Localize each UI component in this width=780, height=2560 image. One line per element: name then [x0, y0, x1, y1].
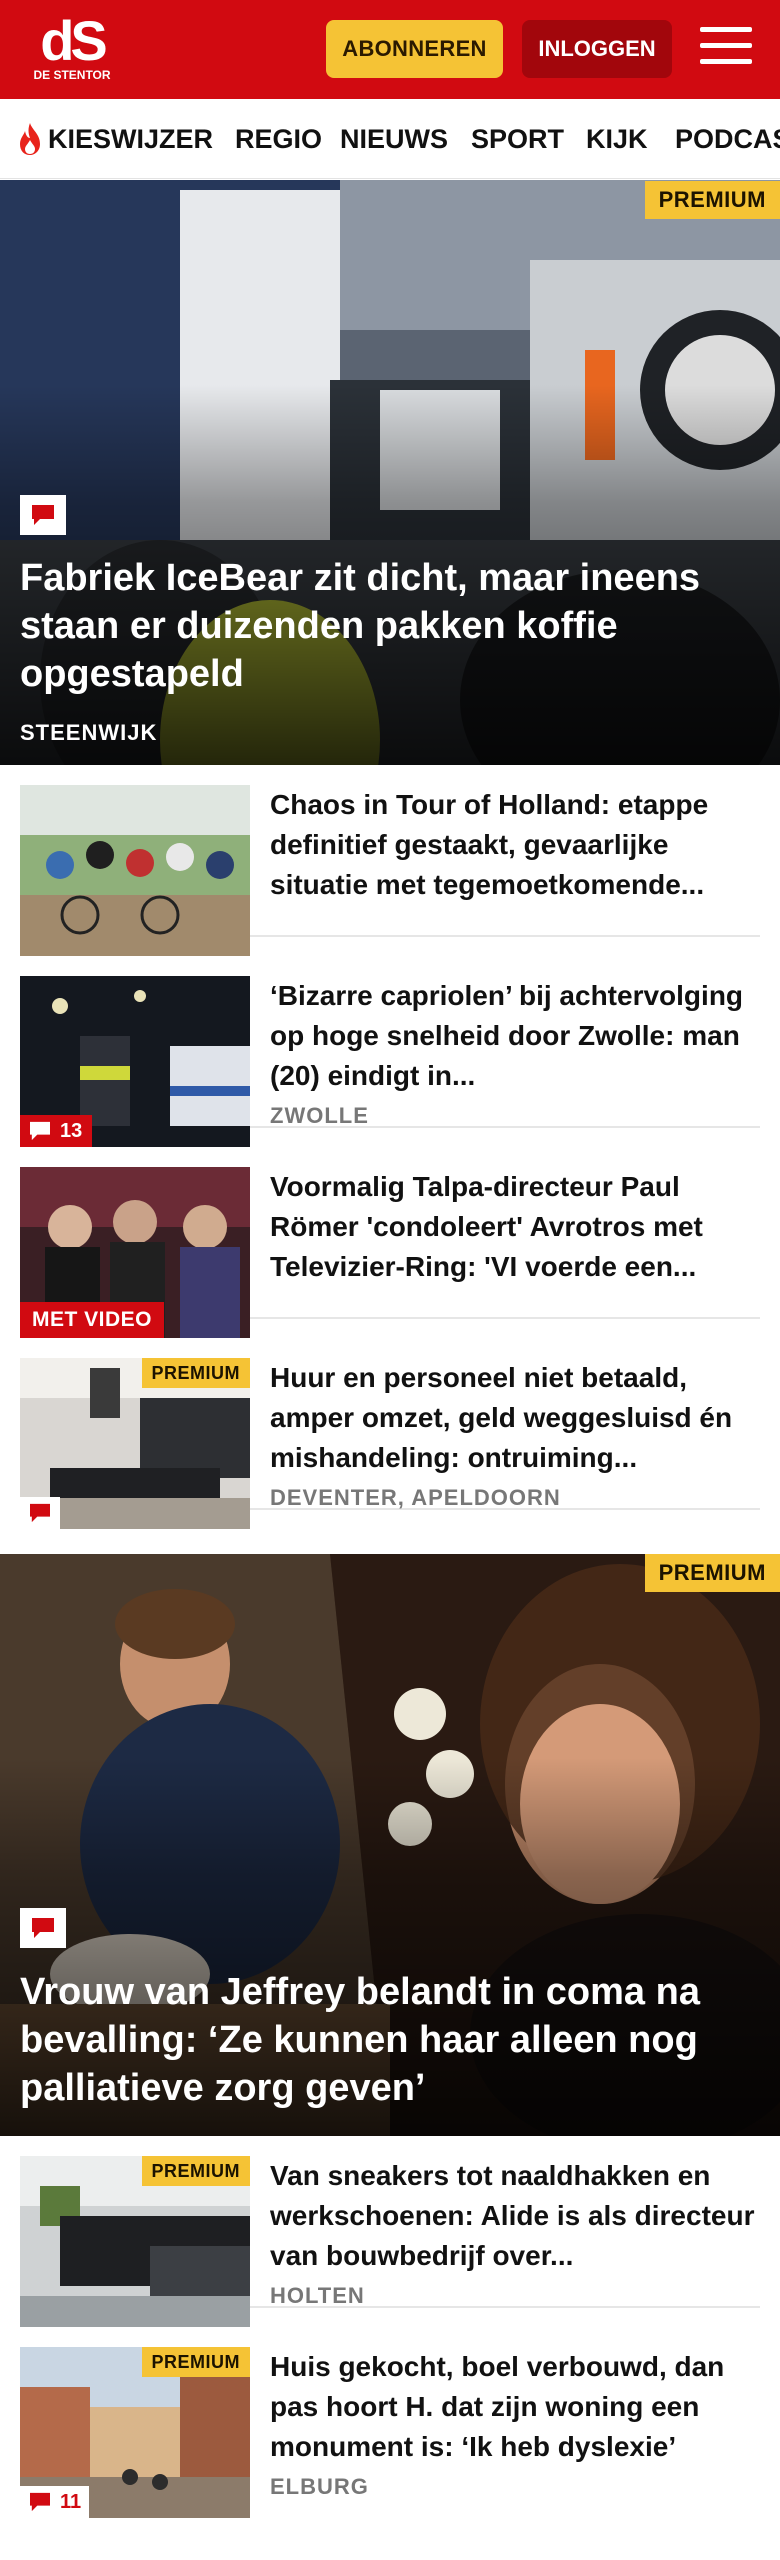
nav-item-nieuws[interactable]: NIEUWS	[340, 99, 448, 178]
hero-title: Fabriek IceBear zit dicht, maar ineens s…	[20, 557, 701, 695]
list-item[interactable]: PREMIUM 11 Huis gekocht, boel verbouwd, …	[20, 2328, 760, 2518]
flame-icon	[20, 123, 40, 155]
article-title: ‘Bizarre capriolen’ bij achtervol­ging o…	[270, 980, 744, 1091]
article-thumbnail: PREMIUM	[20, 1358, 250, 1529]
list-item[interactable]: 13 ‘Bizarre capriolen’ bij achtervol­gin…	[20, 957, 760, 1147]
hero-title: Vrouw van Jeffrey belandt in coma na bev…	[20, 1971, 700, 2109]
article-title: Voormalig Talpa-directeur Paul Römer 'co…	[270, 1171, 703, 1282]
comment-count: 13	[60, 1119, 83, 1142]
hamburger-icon[interactable]	[700, 27, 752, 71]
premium-badge: PREMIUM	[644, 181, 780, 219]
list-item[interactable]: MET VIDEO Voormalig Talpa-directeur Paul…	[20, 1148, 760, 1338]
premium-badge: PREMIUM	[141, 1358, 250, 1388]
article-title: Huis gekocht, boel verbouwd, dan pas hoo…	[270, 2351, 725, 2462]
list-item[interactable]: PREMIUM Van sneakers tot naaldhakken en …	[20, 2137, 760, 2327]
comment-icon	[20, 1497, 60, 1529]
nav-item-regio[interactable]: REGIO	[235, 99, 322, 178]
login-button[interactable]: INLOGGEN	[522, 20, 672, 78]
hero-location: STEENWIJK	[20, 720, 158, 745]
article-title: Chaos in Tour of Holland: etappe definit…	[270, 789, 709, 900]
site-header: dS DE STENTOR ABONNEREN INLOGGEN	[0, 0, 780, 99]
premium-badge: PREMIUM	[644, 1554, 780, 1592]
logo-mark: dS	[40, 9, 108, 72]
article-location: ZWOLLE	[270, 1103, 369, 1128]
comment-count: 11	[60, 2490, 82, 2513]
nav-item-kieswijzer[interactable]: KIESWIJZER	[16, 99, 214, 178]
article-location: ELBURG	[270, 2474, 369, 2499]
article-title: Van sneakers tot naaldhakken en werkscho…	[270, 2160, 755, 2271]
comment-count-badge: 13	[20, 1115, 93, 1147]
comment-count-badge: 11	[20, 2486, 90, 2518]
section-nav: KIESWIJZER REGIO NIEUWS SPORT KIJK PODCA…	[0, 99, 780, 179]
subscribe-button[interactable]: ABONNEREN	[326, 20, 503, 78]
comment-icon	[20, 1908, 66, 1948]
nav-item-kijk[interactable]: KIJK	[586, 99, 648, 178]
article-location: HOLTEN	[270, 2283, 365, 2308]
hero-article-jeffrey[interactable]: PREMIUM Vrouw van Jeffrey belandt in com…	[0, 1554, 780, 2136]
nav-label: KIESWIJZER	[48, 123, 214, 154]
premium-badge: PREMIUM	[141, 2156, 250, 2186]
nav-item-sport[interactable]: SPORT	[471, 99, 564, 178]
hero-article-icebear[interactable]: PREMIUM Fabriek IceBear zit dicht, maar …	[0, 180, 780, 765]
article-title: Huur en personeel niet betaald, amper om…	[270, 1362, 733, 1473]
list-item[interactable]: PREMIUM Huur en personeel niet betaald, …	[20, 1339, 760, 1529]
video-badge: MET VIDEO	[20, 1302, 165, 1338]
logo-subtitle: DE STENTOR	[33, 68, 111, 82]
article-thumbnail: PREMIUM 11	[20, 2347, 250, 2518]
article-thumbnail	[20, 785, 250, 956]
article-thumbnail: 13	[20, 976, 250, 1147]
premium-badge: PREMIUM	[141, 2347, 250, 2377]
comment-icon	[30, 2492, 50, 2512]
site-logo[interactable]: dS DE STENTOR	[30, 9, 114, 86]
list-item[interactable]: Chaos in Tour of Holland: etappe definit…	[20, 766, 760, 956]
comment-icon	[30, 1121, 50, 1141]
article-thumbnail: PREMIUM	[20, 2156, 250, 2327]
nav-item-podcast[interactable]: PODCAS	[675, 99, 780, 178]
article-location: DEVENTER, APELDOORN	[270, 1485, 561, 1510]
article-thumbnail: MET VIDEO	[20, 1167, 250, 1338]
comment-icon	[20, 495, 66, 535]
